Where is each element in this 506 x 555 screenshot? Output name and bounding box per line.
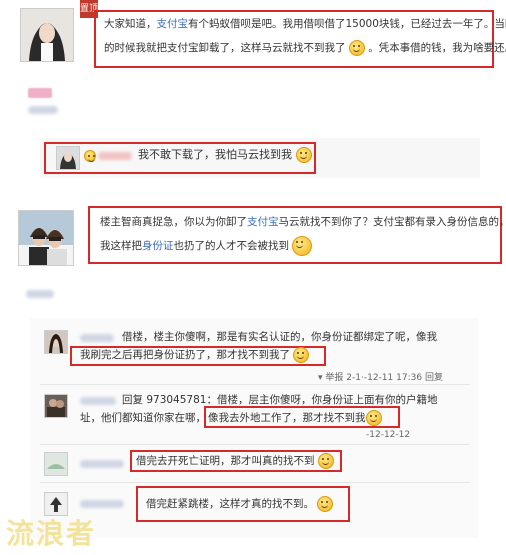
comment-2-boxed-text: 像我去外地工作了，那才找不到我 (208, 412, 366, 424)
reply-username-blurred (98, 152, 132, 160)
commenter-username-blurred (80, 397, 116, 405)
post-1-line-2: 的时候我就把支付宝卸载了，这样马云就找不到我了 。凭本事借的钱，我为啥要还。 (104, 38, 506, 58)
comment-divider (40, 384, 470, 385)
post-2-line-1: 楼主智商真捉急，你以为你卸了支付宝马云就找不到你了？支付宝都有录入身份信息的，像 (100, 212, 506, 232)
comment-3-line: 借完去开死亡证明，那才叫真的找不到 (136, 451, 334, 471)
id-card-link[interactable]: 身份证 (142, 240, 174, 252)
watermark-text: 流浪者 (6, 517, 97, 550)
level-badge (28, 88, 52, 98)
comment-2-text-a: 回复 973045781：借楼，层主你傻呀，你身份证上面有你的户籍地 (122, 394, 438, 406)
comment-2-text-b: 址，他们都知道你家在哪， (80, 412, 206, 424)
comment-3-text: 借完去开死亡证明，那才叫真的找不到 (136, 455, 315, 467)
comment-avatar[interactable] (44, 394, 68, 418)
post-1-text-d: 。凭本事借的钱，我为啥要还。 (368, 42, 506, 54)
username-blurred (28, 106, 58, 114)
avatar-image (19, 211, 73, 265)
comment-divider (40, 482, 470, 483)
post-2-text-a: 楼主智商真捉急，你以为你卸了 (100, 216, 247, 228)
user-avatar[interactable] (20, 8, 74, 62)
avatar-image (21, 9, 73, 61)
reply-user-vip-icon (84, 150, 96, 162)
avatar-image (57, 147, 79, 169)
smile-emoji-icon (348, 40, 365, 56)
comment-2-time: -12-12-12 (366, 430, 411, 440)
reply-avatar[interactable] (56, 146, 80, 170)
avatar-image (45, 453, 67, 475)
commenter-username-blurred (80, 460, 124, 468)
report-link[interactable]: 举报 (325, 373, 343, 383)
comment-1-meta: ▾ 举报 2-1·-12-11 17:36 回复 (318, 370, 443, 383)
user-avatar[interactable] (18, 210, 74, 266)
smile-emoji-icon (295, 147, 312, 163)
comment-1-line-1: 借楼，楼主你傻啊，那是有实名认证的，你身份证都绑定了呢，像我 (122, 331, 437, 343)
avatar-image (45, 395, 67, 417)
reply-1-line: 我不敢下载了，我怕马云找到我 (138, 145, 312, 165)
grin-emoji-icon (365, 410, 382, 426)
avatar-image (45, 331, 67, 353)
reply-link[interactable]: 回复 (425, 373, 443, 383)
comment-1-line-2: 我刷完之后再把身份证扔了，那才找不到我了 (80, 345, 310, 365)
commenter-username-blurred (80, 334, 114, 342)
post-1-text-c: 的时候我就把支付宝卸载了，这样马云就找不到我了 (104, 42, 346, 54)
post-2-text-b: 马云就找不到你了？支付宝都有录入身份信息的，像 (278, 216, 506, 228)
post-1-text-b: 有个蚂蚁借呗是吧。我用借呗借了15000块钱，已经过去一年了。当时借 (188, 18, 506, 30)
username-blurred (26, 290, 54, 298)
post-2-text-c: 我这样把 (100, 240, 142, 252)
dropdown-icon[interactable]: ▾ (318, 373, 323, 383)
comment-4-line: 借完赶紧跳楼，这样才真的找不到。 (146, 494, 334, 514)
comment-4-text: 借完赶紧跳楼，这样才真的找不到。 (146, 498, 314, 510)
post-1-text-a: 大家知道， (104, 18, 157, 30)
post-2-line-2: 我这样把身份证也扔了的人才不会被找到 (100, 236, 313, 256)
alipay-link[interactable]: 支付宝 (157, 18, 189, 30)
reply-1-text: 我不敢下载了，我怕马云找到我 (138, 148, 292, 161)
comment-1-text: 我刷完之后再把身份证扔了，那才找不到我了 (80, 349, 290, 361)
comment-time: 2-1·-12-11 17:36 (346, 373, 423, 383)
post-1-line-1: 大家知道，支付宝有个蚂蚁借呗是吧。我用借呗借了15000块钱，已经过去一年了。当… (104, 14, 506, 34)
comment-2-line-2: 址，他们都知道你家在哪， (80, 408, 206, 428)
commenter-username-blurred (80, 500, 124, 508)
comment-avatar[interactable] (44, 452, 68, 476)
comment-2-boxed-line: 像我去外地工作了，那才找不到我 (208, 408, 382, 428)
grin-emoji-icon (292, 236, 313, 256)
comment-divider (40, 444, 470, 445)
post-2-text-d: 也扔了的人才不会被找到 (173, 240, 290, 252)
comment-avatar[interactable] (44, 330, 68, 354)
smile-emoji-icon (293, 347, 310, 363)
alipay-link[interactable]: 支付宝 (247, 216, 279, 228)
smile-emoji-icon (317, 453, 334, 469)
smile-emoji-icon (317, 496, 334, 512)
